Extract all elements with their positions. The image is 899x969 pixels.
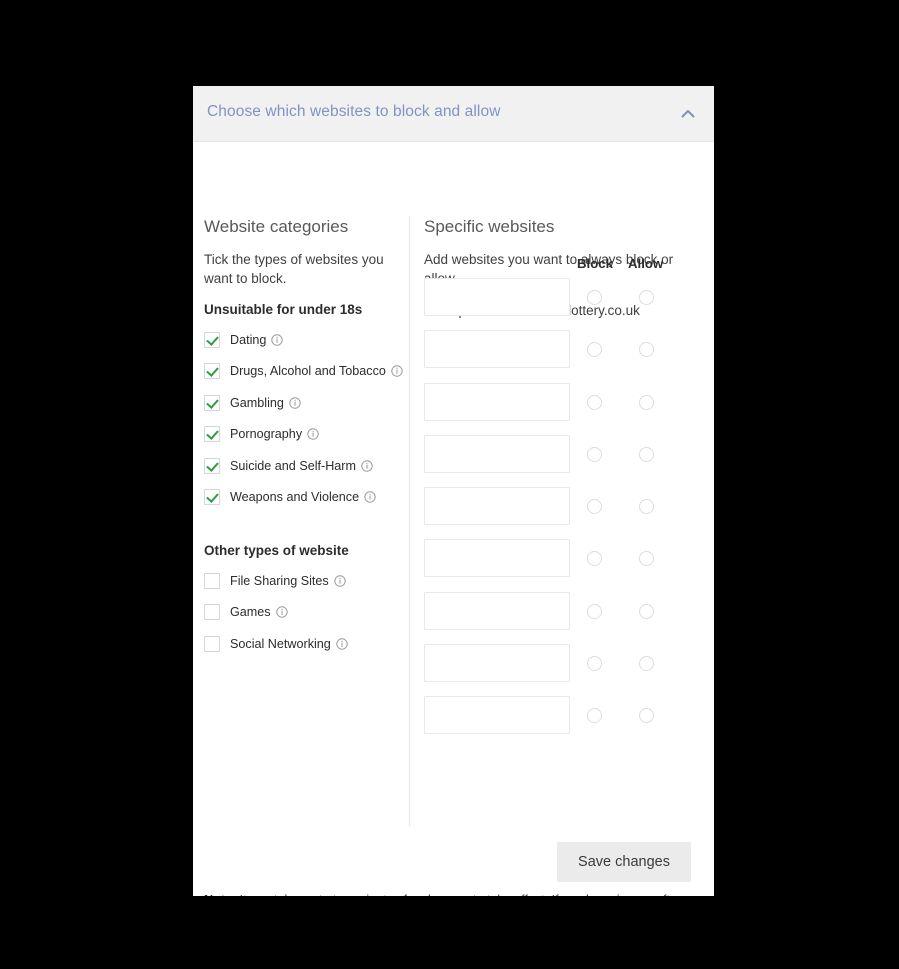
checkbox-label-social-networking: Social Networking: [230, 636, 331, 651]
checkbox-dating[interactable]: [204, 331, 220, 348]
table-row: [424, 641, 704, 693]
info-icon[interactable]: [289, 397, 301, 409]
specific-websites-rows: [424, 275, 704, 746]
block-radio[interactable]: [587, 708, 602, 724]
block-radio[interactable]: [587, 603, 602, 619]
block-allow-panel: Choose which websites to block and allow…: [193, 86, 714, 896]
block-radio[interactable]: [587, 446, 602, 462]
table-row: [424, 536, 704, 588]
allow-radio[interactable]: [639, 342, 654, 358]
block-radio[interactable]: [587, 394, 602, 410]
website-categories-column: Website categories Tick the types of web…: [204, 142, 409, 660]
checkbox-row-suicide-self-harm[interactable]: Suicide and Self-Harm: [204, 450, 409, 482]
column-divider: [409, 216, 410, 826]
info-icon[interactable]: [391, 365, 403, 377]
table-row: [424, 380, 704, 432]
checkbox-row-drugs-alcohol-tobacco[interactable]: Drugs, Alcohol and Tobacco: [204, 356, 409, 388]
checkbox-row-weapons-violence[interactable]: Weapons and Violence: [204, 482, 409, 514]
table-row: [424, 432, 704, 484]
table-row: [424, 484, 704, 536]
table-row: [424, 589, 704, 641]
checkbox-row-file-sharing-sites[interactable]: File Sharing Sites: [204, 565, 409, 597]
checkbox-weapons-violence[interactable]: [204, 489, 220, 506]
website-input[interactable]: [424, 644, 570, 683]
allow-radio[interactable]: [639, 551, 654, 567]
group-title-other-types: Other types of website: [204, 543, 349, 558]
checkbox-list-under-18s: Dating Drugs, Alcohol and Tobacco Gambli…: [204, 324, 409, 513]
checkbox-list-other-types: File Sharing Sites Games Social Networki…: [204, 565, 409, 660]
checkbox-games[interactable]: [204, 604, 220, 621]
note-prefix: Note:: [204, 893, 236, 896]
checkbox-label-gambling: Gambling: [230, 395, 284, 410]
save-changes-button[interactable]: Save changes: [557, 842, 691, 882]
allow-radio[interactable]: [639, 290, 654, 305]
website-categories-description: Tick the types of websites you want to b…: [204, 251, 384, 286]
info-icon[interactable]: [271, 334, 284, 346]
block-radio[interactable]: [587, 342, 602, 358]
info-icon[interactable]: [336, 638, 348, 650]
checkbox-file-sharing-sites[interactable]: [204, 572, 220, 589]
chevron-up-icon[interactable]: [676, 102, 700, 126]
allow-radio[interactable]: [639, 708, 654, 724]
group-title-under-18s: Unsuitable for under 18s: [204, 302, 363, 317]
specific-websites-title: Specific websites: [424, 217, 555, 236]
allow-radio[interactable]: [639, 603, 654, 619]
page-background: Choose which websites to block and allow…: [0, 0, 899, 969]
website-input[interactable]: [424, 591, 570, 630]
allow-radio[interactable]: [639, 656, 654, 672]
website-input[interactable]: [424, 539, 570, 578]
checkbox-row-social-networking[interactable]: Social Networking: [204, 628, 409, 660]
specific-websites-column: Specific websites Add websites you want …: [424, 142, 704, 735]
checkbox-row-games[interactable]: Games: [204, 597, 409, 629]
allow-radio[interactable]: [639, 446, 654, 462]
table-row: [424, 327, 704, 379]
website-categories-title: Website categories: [204, 217, 349, 236]
block-radio[interactable]: [587, 551, 602, 567]
block-radio[interactable]: [587, 499, 602, 515]
website-input[interactable]: [424, 434, 570, 473]
info-icon[interactable]: [307, 428, 319, 440]
info-icon[interactable]: [334, 575, 346, 587]
website-input[interactable]: [424, 487, 570, 526]
checkbox-social-networking[interactable]: [204, 635, 220, 652]
website-input[interactable]: [424, 696, 570, 735]
checkbox-gambling[interactable]: [204, 394, 220, 411]
panel-header-title: Choose which websites to block and allow: [207, 103, 501, 120]
note-text: Note: It can take up to two minutes for …: [204, 890, 701, 896]
checkbox-pornography[interactable]: [204, 426, 220, 443]
info-icon[interactable]: [364, 491, 376, 503]
info-icon[interactable]: [361, 460, 373, 472]
block-radio[interactable]: [587, 290, 602, 305]
checkbox-row-dating[interactable]: Dating: [204, 324, 409, 356]
checkbox-row-pornography[interactable]: Pornography: [204, 419, 409, 451]
checkbox-label-pornography: Pornography: [230, 427, 303, 442]
checkbox-label-file-sharing-sites: File Sharing Sites: [230, 573, 329, 588]
website-input[interactable]: [424, 278, 570, 316]
checkbox-label-dating: Dating: [230, 332, 267, 347]
block-radio[interactable]: [587, 656, 602, 672]
block-column-header: Block: [577, 256, 613, 271]
note-text-part-1: It can take up to two minutes for change…: [204, 893, 682, 896]
allow-radio[interactable]: [639, 394, 654, 410]
allow-radio[interactable]: [639, 499, 654, 515]
panel-header[interactable]: Choose which websites to block and allow: [193, 86, 714, 142]
info-icon[interactable]: [275, 606, 288, 618]
checkbox-label-games: Games: [230, 605, 271, 620]
checkbox-label-drugs-alcohol-tobacco: Drugs, Alcohol and Tobacco: [230, 364, 386, 379]
website-input[interactable]: [424, 330, 570, 369]
table-row: [424, 275, 704, 327]
checkbox-suicide-self-harm[interactable]: [204, 457, 220, 474]
checkbox-row-gambling[interactable]: Gambling: [204, 387, 409, 419]
table-row: [424, 693, 704, 745]
website-input[interactable]: [424, 382, 570, 421]
allow-column-header: Allow: [628, 256, 664, 271]
checkbox-label-weapons-violence: Weapons and Violence: [230, 490, 360, 505]
panel-body: Website categories Tick the types of web…: [193, 142, 714, 896]
checkbox-label-suicide-self-harm: Suicide and Self-Harm: [230, 458, 356, 473]
checkbox-drugs-alcohol-tobacco[interactable]: [204, 363, 220, 380]
